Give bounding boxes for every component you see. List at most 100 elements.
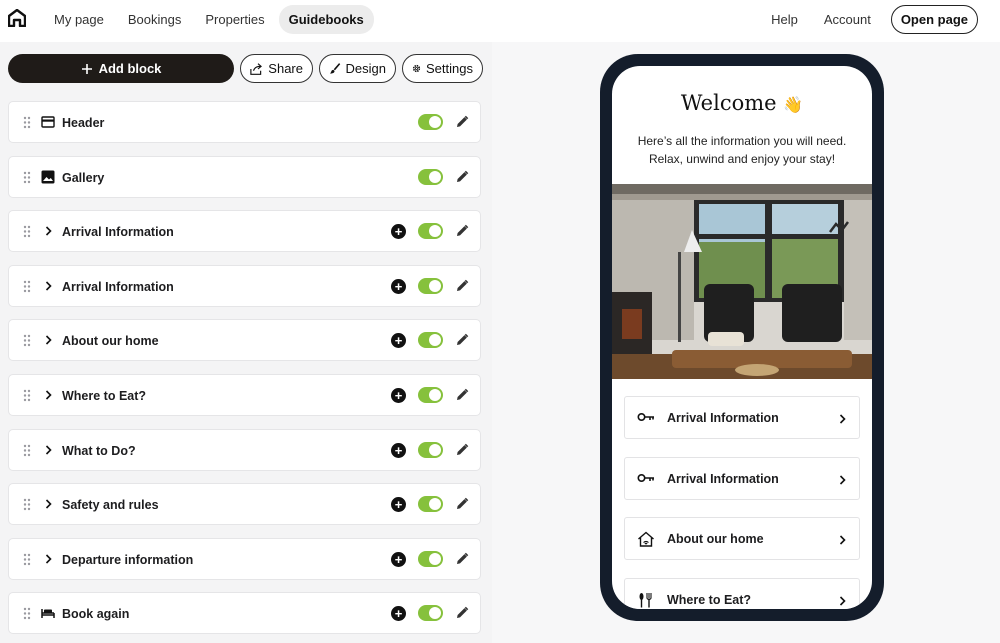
chevron-right-icon[interactable] [41, 279, 55, 293]
cutlery-icon [637, 592, 655, 608]
pencil-icon[interactable] [455, 279, 469, 293]
drag-handle-icon[interactable] [23, 498, 31, 516]
visibility-toggle[interactable] [418, 168, 443, 185]
block-row[interactable]: Where to Eat? + [8, 373, 481, 416]
pencil-icon[interactable] [455, 606, 469, 620]
nav-right: Help Account Open page [761, 5, 978, 34]
top-navigation: My page Bookings Properties Guidebooks Help… [0, 0, 1000, 38]
visibility-toggle[interactable] [418, 332, 443, 349]
pencil-icon[interactable] [455, 224, 469, 238]
add-item-icon[interactable]: + [391, 224, 406, 240]
guidebook-cards: Arrival Information Arrival Information Ab… [624, 396, 860, 609]
add-item-icon[interactable]: + [391, 551, 406, 567]
smart-home-icon [637, 531, 655, 547]
block-row[interactable]: Departure information + [8, 537, 481, 580]
block-label: Arrival Information [62, 225, 174, 240]
block-label: Book again [62, 607, 130, 622]
chevron-right-icon[interactable] [41, 388, 55, 402]
block-label: Gallery [62, 170, 105, 185]
nav-item-my-page[interactable]: My page [44, 5, 114, 34]
nav-item-guidebooks[interactable]: Guidebooks [278, 5, 374, 34]
phone-screen[interactable]: Welcome 👋 Here’s all the information you… [612, 66, 872, 609]
add-block-button[interactable]: Add block [8, 54, 234, 83]
open-page-button[interactable]: Open page [890, 5, 978, 34]
pencil-icon[interactable] [455, 333, 469, 347]
help-link[interactable]: Help [761, 5, 808, 34]
nav-item-bookings[interactable]: Bookings [118, 5, 191, 34]
drag-handle-icon[interactable] [23, 444, 31, 462]
editor-panel: Add block Share Design Settings Header Ga… [0, 42, 492, 643]
pencil-icon[interactable] [455, 443, 469, 457]
visibility-toggle[interactable] [418, 605, 443, 622]
nav-items: My page Bookings Properties Guidebooks [44, 5, 374, 34]
block-row[interactable]: Book again + [8, 592, 481, 635]
add-item-icon[interactable]: + [391, 333, 406, 349]
nav-item-properties[interactable]: Properties [195, 5, 274, 34]
intro-line-1: Here’s all the information you will need… [637, 134, 847, 148]
block-list: Header Gallery Arrival Information + Arrival… [8, 101, 481, 643]
preview-panel: Welcome 👋 Here’s all the information you… [492, 42, 1000, 643]
chevron-right-icon[interactable] [41, 224, 55, 238]
gallery-photo [612, 184, 872, 379]
drag-handle-icon[interactable] [23, 171, 31, 189]
drag-handle-icon[interactable] [23, 334, 31, 352]
block-row[interactable]: Safety and rules + [8, 483, 481, 526]
welcome-title: Welcome 👋 [612, 91, 872, 115]
waving-hand-icon: 👋 [783, 95, 804, 114]
drag-handle-icon[interactable] [23, 607, 31, 625]
image-icon [41, 170, 55, 184]
account-link[interactable]: Account [814, 5, 881, 34]
toolbar: Add block Share Design Settings [8, 54, 483, 83]
add-item-icon[interactable]: + [391, 278, 406, 294]
add-item-icon[interactable]: + [391, 606, 406, 622]
chevron-right-icon [838, 594, 847, 606]
pencil-icon[interactable] [455, 388, 469, 402]
chevron-right-icon [838, 473, 847, 485]
share-icon [250, 62, 262, 75]
settings-button[interactable]: Settings [402, 54, 483, 83]
guidebook-card[interactable]: Arrival Information [624, 396, 860, 439]
logo-icon[interactable] [8, 9, 26, 27]
drag-handle-icon[interactable] [23, 389, 31, 407]
add-item-icon[interactable]: + [391, 442, 406, 458]
visibility-toggle[interactable] [418, 277, 443, 294]
block-row[interactable]: Arrival Information + [8, 264, 481, 307]
guidebook-card[interactable]: About our home [624, 517, 860, 560]
block-row[interactable]: About our home + [8, 319, 481, 362]
bed-icon [41, 606, 55, 620]
welcome-title-text: Welcome [680, 91, 777, 115]
share-button[interactable]: Share [240, 54, 313, 83]
drag-handle-icon[interactable] [23, 116, 31, 134]
add-item-icon[interactable]: + [391, 387, 406, 403]
block-row[interactable]: Gallery [8, 155, 481, 198]
visibility-toggle[interactable] [418, 441, 443, 458]
block-label: About our home [62, 334, 159, 349]
design-button[interactable]: Design [319, 54, 396, 83]
pencil-icon[interactable] [455, 115, 469, 129]
guidebook-card[interactable]: Arrival Information [624, 456, 860, 500]
drag-handle-icon[interactable] [23, 553, 31, 571]
block-label: Arrival Information [62, 279, 174, 294]
visibility-toggle[interactable] [418, 386, 443, 403]
visibility-toggle[interactable] [418, 496, 443, 513]
card-label: Arrival Information [667, 411, 779, 425]
visibility-toggle[interactable] [418, 223, 443, 240]
visibility-toggle[interactable] [418, 550, 443, 567]
pencil-icon[interactable] [455, 170, 469, 184]
visibility-toggle[interactable] [418, 114, 443, 130]
chevron-right-icon[interactable] [41, 497, 55, 511]
guidebook-card[interactable]: Where to Eat? [624, 577, 860, 609]
add-item-icon[interactable]: + [391, 497, 406, 513]
drag-handle-icon[interactable] [23, 280, 31, 298]
chevron-right-icon [838, 533, 847, 545]
pencil-icon[interactable] [455, 497, 469, 511]
chevron-right-icon[interactable] [41, 552, 55, 566]
drag-handle-icon[interactable] [23, 225, 31, 243]
block-row[interactable]: Header [8, 101, 481, 143]
pencil-icon[interactable] [455, 552, 469, 566]
chevron-right-icon[interactable] [41, 333, 55, 347]
chevron-right-icon[interactable] [41, 443, 55, 457]
block-row[interactable]: What to Do? + [8, 428, 481, 471]
block-row[interactable]: Arrival Information + [8, 210, 481, 253]
card-label: Where to Eat? [667, 592, 752, 607]
